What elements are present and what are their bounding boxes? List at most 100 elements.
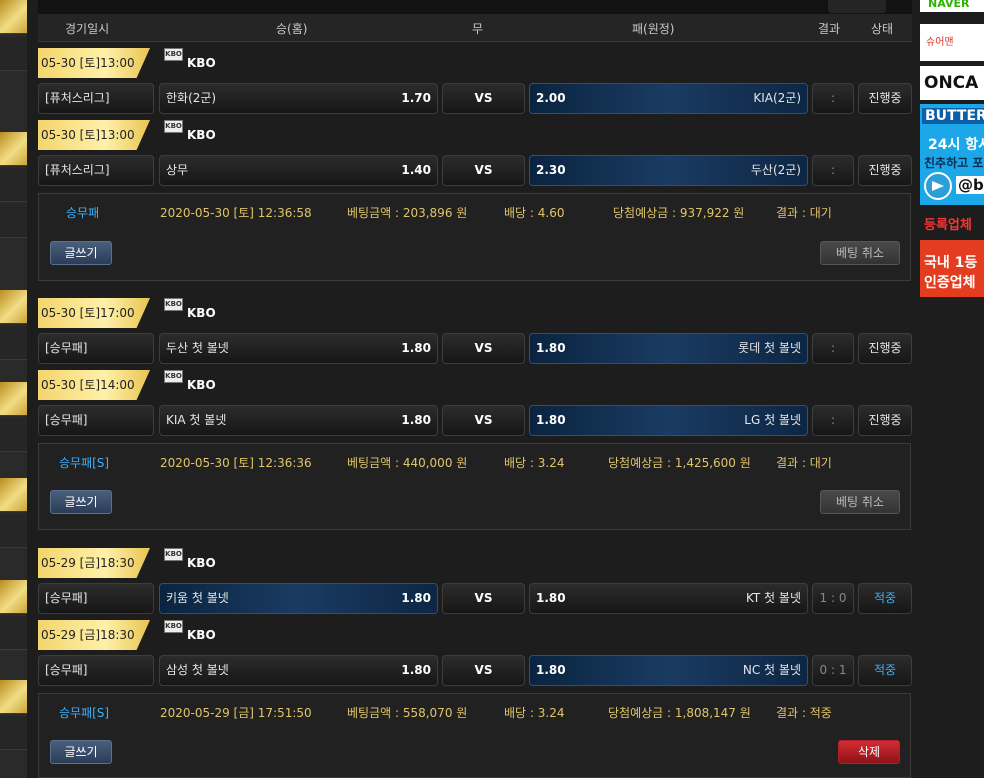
kbo-league-icon: KBO <box>164 370 183 383</box>
bet-summary: 승무패 2020-05-30 [토] 12:36:58 베팅금액 : 203,8… <box>38 193 911 281</box>
butter-handle: @b <box>956 176 984 194</box>
score-cell: 1 : 0 <box>812 583 854 614</box>
registered-banner[interactable]: 등록업체 국내 1등 인증업체 <box>920 212 984 297</box>
left-menu-item[interactable] <box>0 418 27 452</box>
draw-button[interactable]: VS <box>442 655 525 686</box>
summary-time: 2020-05-30 [토] 12:36:36 <box>160 456 312 470</box>
bet-summary: 승무패[S] 2020-05-29 [금] 17:51:50 베팅금액 : 55… <box>38 693 911 778</box>
top-button[interactable] <box>828 0 886 13</box>
home-team-button[interactable]: 한화(2군) 1.70 <box>159 83 438 114</box>
home-team-button[interactable]: KIA 첫 볼넷 1.80 <box>159 405 438 436</box>
score-cell: : <box>812 333 854 364</box>
league-name: KBO <box>187 378 216 392</box>
left-menu-item[interactable] <box>0 478 27 512</box>
sureman-banner[interactable]: 슈어맨 <box>920 24 984 61</box>
away-team-name: NC 첫 볼넷 <box>742 663 801 677</box>
header-draw: 무 <box>472 22 484 36</box>
match-date-label: 05-29 [금]18:30 <box>38 548 150 578</box>
league-name: KBO <box>187 556 216 570</box>
butter-banner[interactable]: BUTTER 24시 항시 친추하고 포 @b <box>920 104 984 205</box>
status-badge: 적중 <box>858 655 912 686</box>
summary-kind: 승무패[S] <box>59 706 110 720</box>
summary-odds: 배당 : 3.24 <box>504 456 565 470</box>
away-odds: 1.80 <box>536 591 566 605</box>
butter-line1: 24시 항시 <box>928 137 984 153</box>
left-menu-item[interactable] <box>0 0 27 34</box>
left-menu-item[interactable] <box>0 168 27 202</box>
bet-type-cell: [퓨처스리그] <box>38 83 154 114</box>
left-menu-item[interactable] <box>0 680 27 714</box>
home-team-name: 키움 첫 볼넷 <box>166 591 229 605</box>
reg-line2: 인증업체 <box>924 275 976 291</box>
left-menu-item[interactable] <box>0 132 27 166</box>
status-badge: 진행중 <box>858 405 912 436</box>
left-menu-item[interactable] <box>0 204 27 238</box>
summary-kind: 승무패 <box>66 206 100 220</box>
away-team-button[interactable]: 1.80 NC 첫 볼넷 <box>529 655 808 686</box>
status-badge: 진행중 <box>858 155 912 186</box>
write-button[interactable]: 글쓰기 <box>50 490 112 514</box>
cancel-bet-button[interactable]: 베팅 취소 <box>820 490 900 514</box>
kbo-league-icon: KBO <box>164 48 183 61</box>
summary-odds: 배당 : 3.24 <box>504 706 565 720</box>
delete-button[interactable]: 삭제 <box>838 740 900 764</box>
left-menu-item[interactable] <box>0 514 27 548</box>
summary-odds: 배당 : 4.60 <box>504 206 565 220</box>
home-team-name: 상무 <box>166 163 189 177</box>
home-team-button[interactable]: 키움 첫 볼넷 1.80 <box>159 583 438 614</box>
left-menu-item[interactable] <box>0 290 27 324</box>
league-name: KBO <box>187 56 216 70</box>
away-odds: 2.30 <box>536 163 566 177</box>
kbo-league-icon: KBO <box>164 548 183 561</box>
summary-result: 결과 : 적중 <box>776 706 832 720</box>
summary-result: 결과 : 대기 <box>776 206 832 220</box>
league-name: KBO <box>187 128 216 142</box>
home-odds: 1.80 <box>401 413 431 427</box>
draw-button[interactable]: VS <box>442 83 525 114</box>
away-team-name: KT 첫 볼넷 <box>745 591 801 605</box>
write-button[interactable]: 글쓰기 <box>50 241 112 265</box>
home-odds: 1.80 <box>401 341 431 355</box>
left-menu-item[interactable] <box>0 580 27 614</box>
left-menu-item[interactable] <box>0 326 27 360</box>
cancel-bet-button[interactable]: 베팅 취소 <box>820 241 900 265</box>
bet-type-cell: [승무패] <box>38 583 154 614</box>
draw-button[interactable]: VS <box>442 333 525 364</box>
home-team-button[interactable]: 두산 첫 볼넷 1.80 <box>159 333 438 364</box>
reg-line1: 국내 1등 <box>924 255 978 271</box>
reg-title: 등록업체 <box>920 212 984 240</box>
telegram-icon <box>924 172 952 200</box>
home-odds: 1.80 <box>401 591 431 605</box>
write-button[interactable]: 글쓰기 <box>50 740 112 764</box>
draw-button[interactable]: VS <box>442 155 525 186</box>
home-team-name: KIA 첫 볼넷 <box>166 413 227 427</box>
header-home: 승(홈) <box>276 22 308 36</box>
home-team-button[interactable]: 상무 1.40 <box>159 155 438 186</box>
score-cell: : <box>812 83 854 114</box>
summary-time: 2020-05-30 [토] 12:36:58 <box>160 206 312 220</box>
away-team-button[interactable]: 1.80 KT 첫 볼넷 <box>529 583 808 614</box>
left-menu-item[interactable] <box>0 382 27 416</box>
left-menu-item[interactable] <box>0 616 27 650</box>
summary-time: 2020-05-29 [금] 17:51:50 <box>160 706 312 720</box>
naver-banner[interactable]: NAVER <box>920 0 984 12</box>
away-team-button[interactable]: 2.30 두산(2군) <box>529 155 808 186</box>
draw-button[interactable]: VS <box>442 405 525 436</box>
summary-amount: 베팅금액 : 558,070 원 <box>347 706 468 720</box>
away-team-button[interactable]: 1.80 LG 첫 볼넷 <box>529 405 808 436</box>
draw-button[interactable]: VS <box>442 583 525 614</box>
kbo-league-icon: KBO <box>164 120 183 133</box>
home-team-button[interactable]: 삼성 첫 볼넷 1.80 <box>159 655 438 686</box>
score-cell: : <box>812 155 854 186</box>
left-menu-item[interactable] <box>0 37 27 71</box>
left-menu-item[interactable] <box>0 716 27 750</box>
summary-amount: 베팅금액 : 440,000 원 <box>347 456 468 470</box>
away-team-name: 두산(2군) <box>750 163 801 177</box>
away-odds: 1.80 <box>536 663 566 677</box>
away-team-name: 롯데 첫 볼넷 <box>738 341 801 355</box>
onca-banner[interactable]: ONCA <box>920 66 984 100</box>
match-date-label: 05-30 [토]13:00 <box>38 48 150 78</box>
away-team-button[interactable]: 2.00 KIA(2군) <box>529 83 808 114</box>
summary-expected-win: 당첨예상금 : 1,425,600 원 <box>608 456 751 470</box>
away-team-button[interactable]: 1.80 롯데 첫 볼넷 <box>529 333 808 364</box>
